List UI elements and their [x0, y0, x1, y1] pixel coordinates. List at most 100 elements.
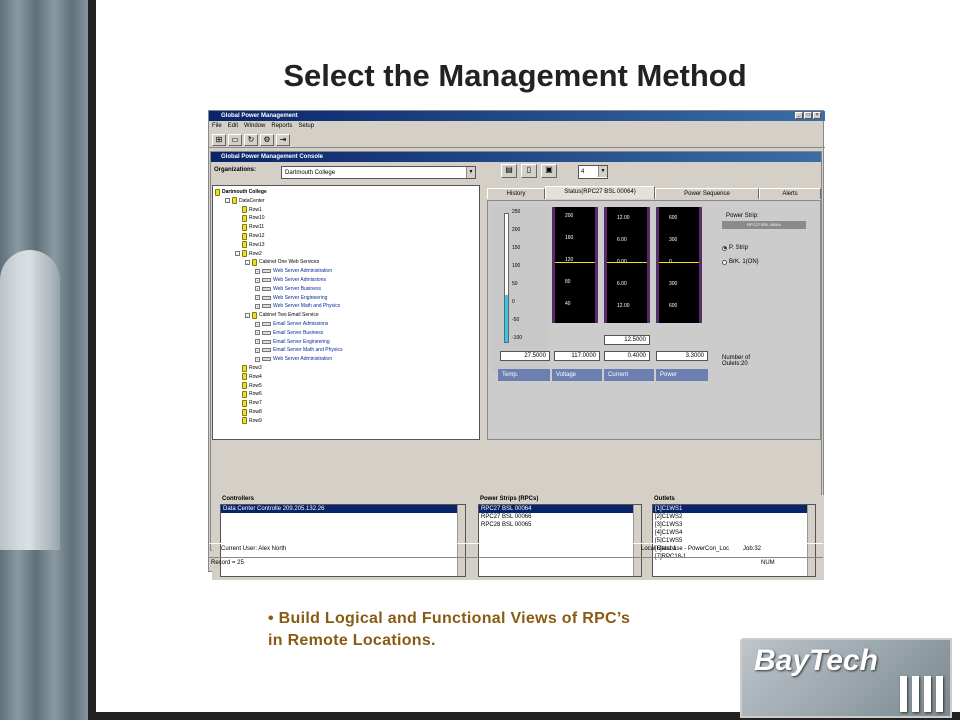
list-item[interactable]: RPC27 BSL 00066: [479, 513, 641, 521]
server-icon: [262, 286, 271, 291]
tree-item[interactable]: + Email Server Business: [255, 329, 323, 337]
tree-item[interactable]: + Web Server Administration: [255, 267, 332, 275]
tree-item[interactable]: + Web Server Business: [255, 285, 321, 293]
tree-item[interactable]: -Row12: [235, 232, 265, 240]
tree-item[interactable]: + Web Server Admissions: [255, 276, 326, 284]
new-rpc-icon[interactable]: ▤: [501, 164, 517, 178]
list-item[interactable]: [2]C1WS2: [653, 513, 815, 521]
menu-window[interactable]: Window: [244, 121, 265, 131]
temp-tick: -50: [512, 317, 520, 323]
tab-power-sequence[interactable]: Power Sequence: [655, 188, 759, 199]
list-item[interactable]: RPC27 BSL 00064: [479, 505, 641, 513]
bottom-lists: Controllers Data Center Controlle 209.20…: [212, 495, 824, 580]
menu-setup[interactable]: Setup: [298, 121, 314, 131]
tree-item[interactable]: -Row11: [235, 223, 264, 231]
tree-item[interactable]: + Web Server Engineering: [255, 294, 327, 302]
tree-item-label: Row6: [249, 391, 262, 398]
expand-icon[interactable]: +: [255, 295, 260, 301]
expand-icon[interactable]: -: [235, 251, 240, 257]
menu-edit[interactable]: Edit: [228, 121, 238, 131]
tree-item-label: Web Server Business: [273, 285, 321, 292]
open-icon[interactable]: ▭: [228, 134, 242, 146]
temp-tick: 200: [512, 227, 521, 233]
tree-item-label: Dartmouth College: [222, 189, 267, 195]
list-item[interactable]: [4]C1WS4: [653, 529, 815, 537]
tree-item[interactable]: Dartmouth College: [215, 188, 267, 196]
console-titlebar: Global Power Management Console: [211, 152, 821, 162]
menu-reports[interactable]: Reports: [271, 121, 292, 131]
delete-icon[interactable]: ▣: [541, 164, 557, 178]
tree-item[interactable]: - Cabinet One Web Services: [245, 258, 319, 266]
radio-unselected-icon[interactable]: [722, 259, 727, 265]
tree-item-label: Web Server Administration: [273, 356, 333, 363]
tree-item[interactable]: -Row1: [235, 206, 262, 214]
group-node-icon: [242, 382, 247, 390]
org-select[interactable]: Dartmouth College ▼: [281, 166, 476, 179]
server-icon: [262, 348, 271, 353]
tree-item[interactable]: - Cabinet Two Email Service: [245, 311, 319, 319]
menu-file[interactable]: File: [212, 121, 222, 131]
organization-tree[interactable]: Dartmouth College-DataCenter-Row1-Row10-…: [212, 185, 480, 440]
expand-icon[interactable]: -: [245, 259, 250, 265]
org-label: Organizations:: [214, 167, 257, 173]
count-select[interactable]: 4 ▼: [578, 165, 608, 179]
minimize-icon[interactable]: _: [795, 112, 803, 119]
radio-pstrip[interactable]: P. Strip: [722, 245, 748, 251]
temp-tick: 250: [512, 209, 521, 215]
tree-item[interactable]: + Email Server Engineering: [255, 338, 330, 346]
tab-alerts[interactable]: Alerts: [759, 188, 821, 199]
tree-icon[interactable]: ⊞: [212, 134, 226, 146]
chevron-down-icon[interactable]: ▼: [598, 166, 607, 177]
tree-item[interactable]: -Row10: [235, 214, 265, 222]
refresh-icon[interactable]: ↻: [244, 134, 258, 146]
tree-item[interactable]: -Row3: [235, 364, 262, 372]
tree-item[interactable]: -Row9: [235, 417, 262, 425]
tree-item[interactable]: -Row8: [235, 408, 262, 416]
expand-icon[interactable]: -: [245, 312, 250, 318]
config-icon[interactable]: ⚙: [260, 134, 274, 146]
expand-icon[interactable]: +: [255, 356, 260, 362]
bullet-line-2: in Remote Locations.: [268, 632, 436, 649]
tree-item[interactable]: + Email Server Math and Physics: [255, 346, 342, 354]
voltage-tick: 80: [565, 279, 571, 285]
outlet-count: Number of Oulets:20: [722, 355, 751, 367]
tree-item[interactable]: - DataCenter: [225, 197, 265, 205]
expand-icon[interactable]: +: [255, 286, 260, 292]
tree-item[interactable]: + Email Server Admissions: [255, 320, 328, 328]
list-item[interactable]: Data Center Controlle 209.205.132.26: [221, 505, 465, 513]
tree-item-label: Web Server Administration: [273, 268, 333, 275]
radio-breaker[interactable]: BrK. 1(ON): [722, 259, 759, 265]
list-item[interactable]: RPC28 BSL 00065: [479, 521, 641, 529]
close-icon[interactable]: ×: [813, 112, 821, 119]
expand-icon[interactable]: +: [255, 303, 260, 309]
tree-item[interactable]: -Row6: [235, 390, 262, 398]
server-icon: [262, 322, 271, 326]
current-tick: 6.00: [617, 281, 627, 287]
tree-item[interactable]: -Row7: [235, 399, 262, 407]
tree-item[interactable]: - Row2: [235, 250, 262, 258]
chevron-down-icon[interactable]: ▼: [466, 167, 475, 178]
group-node-icon: [242, 250, 247, 258]
thermometer-tube: [504, 213, 509, 343]
tree-item[interactable]: + Web Server Administration: [255, 355, 332, 363]
expand-icon[interactable]: -: [225, 198, 230, 204]
tree-item[interactable]: -Row13: [235, 241, 265, 249]
expand-icon[interactable]: +: [255, 268, 260, 274]
tree-item[interactable]: + Web Server Math and Physics: [255, 302, 340, 310]
tab-history[interactable]: History: [487, 188, 545, 199]
list-item[interactable]: [3]C1WS3: [653, 521, 815, 529]
expand-icon[interactable]: +: [255, 321, 260, 327]
expand-icon[interactable]: +: [255, 277, 260, 283]
expand-icon[interactable]: +: [255, 330, 260, 336]
tree-item[interactable]: -Row4: [235, 373, 262, 381]
tab-status[interactable]: Status(RPC27 BSL 00064): [545, 186, 655, 199]
exit-icon[interactable]: ⇥: [276, 134, 290, 146]
radio-selected-icon[interactable]: [722, 245, 727, 251]
tree-item[interactable]: -Row5: [235, 382, 262, 390]
expand-icon[interactable]: +: [255, 339, 260, 345]
page-icon[interactable]: ▯: [521, 164, 537, 178]
maximize-icon[interactable]: □: [804, 112, 812, 119]
list-item[interactable]: [1]C1WS1: [653, 505, 815, 513]
record-count: Record = 25: [211, 560, 244, 566]
expand-icon[interactable]: +: [255, 347, 260, 353]
